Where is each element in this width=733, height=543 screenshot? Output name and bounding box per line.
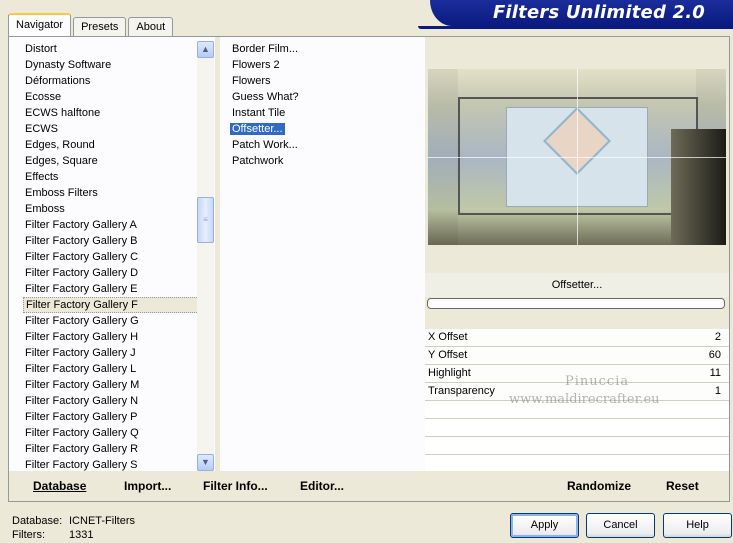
- category-item[interactable]: Filter Factory Gallery D: [23, 265, 203, 281]
- category-item[interactable]: Filter Factory Gallery G: [23, 313, 203, 329]
- filter-item-label: Border Film...: [232, 43, 299, 55]
- category-item[interactable]: ECWS: [23, 121, 203, 137]
- category-item[interactable]: Filter Factory Gallery L: [23, 361, 203, 377]
- database-info: Database: ICNET-Filters Filters: 1331: [12, 514, 135, 542]
- apply-button[interactable]: Apply: [510, 513, 579, 538]
- category-item[interactable]: ECWS halftone: [23, 105, 203, 121]
- category-item[interactable]: Filter Factory Gallery Q: [23, 425, 203, 441]
- category-item[interactable]: Emboss Filters: [23, 185, 203, 201]
- preview-crosshair-v: [577, 69, 578, 245]
- category-item[interactable]: Filter Factory Gallery R: [23, 441, 203, 457]
- scroll-thumb[interactable]: ≡: [197, 197, 214, 243]
- parameter-row[interactable]: X Offset 2: [425, 329, 729, 347]
- category-item[interactable]: Filter Factory Gallery E: [23, 281, 203, 297]
- preview-pane: Offsetter... X Offset 2 Y Offset 60 Highligh…: [425, 37, 729, 473]
- category-item[interactable]: Filter Factory Gallery N: [23, 393, 203, 409]
- filter-item[interactable]: Instant Tile: [229, 105, 409, 121]
- filter-item-label: Flowers: [232, 75, 271, 87]
- category-item[interactable]: Emboss: [23, 201, 203, 217]
- category-item[interactable]: Distort: [23, 41, 203, 57]
- filter-preview-image: [428, 69, 726, 245]
- filters-count-value: 1331: [69, 529, 94, 541]
- filter-item-label: Patch Work...: [232, 139, 298, 151]
- parameter-label: Y Offset: [428, 349, 468, 361]
- pane-divider: [215, 37, 220, 471]
- category-scrollbar[interactable]: ▲ ≡ ▼: [197, 41, 214, 471]
- filter-list[interactable]: Border Film... Flowers 2 Flowers Guess What…: [229, 41, 409, 169]
- filter-item-label: Instant Tile: [232, 107, 286, 119]
- editor-button[interactable]: Editor...: [300, 479, 344, 493]
- import-button[interactable]: Import...: [124, 479, 171, 493]
- category-item[interactable]: Effects: [23, 169, 203, 185]
- category-item[interactable]: Filter Factory Gallery M: [23, 377, 203, 393]
- parameter-label: Transparency: [428, 385, 495, 397]
- scroll-down-button[interactable]: ▼: [197, 454, 214, 471]
- category-item[interactable]: Edges, Round: [23, 137, 203, 153]
- filter-item-label: Flowers 2: [232, 59, 280, 71]
- category-item[interactable]: Edges, Square: [23, 153, 203, 169]
- parameter-label: Highlight: [428, 367, 471, 379]
- category-item[interactable]: Filter Factory Gallery A: [23, 217, 203, 233]
- category-item[interactable]: Filter Factory Gallery P: [23, 409, 203, 425]
- filter-item-label: Patchwork: [232, 155, 284, 167]
- scroll-up-button[interactable]: ▲: [197, 41, 214, 58]
- filter-item[interactable]: Patchwork: [229, 153, 409, 169]
- parameter-label: X Offset: [428, 331, 468, 343]
- filter-item[interactable]: Flowers: [229, 73, 409, 89]
- category-item[interactable]: Ecosse: [23, 89, 203, 105]
- parameter-value: 1: [714, 385, 721, 397]
- randomize-button[interactable]: Randomize: [567, 479, 631, 493]
- filter-item-label: Guess What?: [232, 91, 299, 103]
- category-item[interactable]: Filter Factory Gallery B: [23, 233, 203, 249]
- preview-dark-edge: [671, 129, 726, 245]
- navigator-panel: Distort Dynasty Software Déformations Ecoss…: [8, 36, 730, 502]
- filter-item[interactable]: Border Film...: [229, 41, 409, 57]
- banner: Filters Unlimited 2.0: [430, 0, 733, 26]
- filter-item[interactable]: Flowers 2: [229, 57, 409, 73]
- parameter-value: 11: [709, 367, 721, 379]
- progress-bar: [427, 298, 725, 309]
- parameter-value: 60: [708, 349, 721, 361]
- tab-bar: Navigator Presets About: [8, 12, 175, 36]
- banner-title: Filters Unlimited 2.0: [492, 2, 705, 23]
- cancel-button[interactable]: Cancel: [586, 513, 655, 538]
- database-button[interactable]: Database: [33, 479, 86, 493]
- watermark-line-2: www.maldirecrafter.eu: [509, 392, 660, 407]
- watermark-line-1: Pinuccia: [565, 374, 630, 389]
- tab-navigator[interactable]: Navigator: [8, 13, 72, 36]
- parameter-value: 2: [714, 331, 721, 343]
- category-list[interactable]: Distort Dynasty Software Déformations Ecoss…: [23, 41, 203, 473]
- parameter-row[interactable]: Y Offset 60: [425, 347, 729, 365]
- tab-presets[interactable]: Presets: [73, 17, 127, 36]
- tab-about[interactable]: About: [128, 17, 174, 36]
- preview-filter-name: Offsetter...: [425, 273, 729, 297]
- category-item[interactable]: Filter Factory Gallery C: [23, 249, 203, 265]
- filters-count-label: Filters:: [12, 529, 45, 541]
- filter-item-label: Offsetter...: [230, 123, 285, 135]
- category-item[interactable]: Filter Factory Gallery H: [23, 329, 203, 345]
- help-button[interactable]: Help: [663, 513, 732, 538]
- filter-item[interactable]: Offsetter...: [229, 121, 409, 137]
- parameter-row-empty: [425, 437, 729, 455]
- filter-item[interactable]: Guess What?: [229, 89, 409, 105]
- category-item[interactable]: Déformations: [23, 73, 203, 89]
- database-label: Database:: [12, 515, 63, 527]
- category-item[interactable]: Dynasty Software: [23, 57, 203, 73]
- category-item[interactable]: Filter Factory Gallery J: [23, 345, 203, 361]
- reset-button[interactable]: Reset: [666, 479, 699, 493]
- filter-item[interactable]: Patch Work...: [229, 137, 409, 153]
- banner-underline: [418, 26, 733, 29]
- panel-button-bar: Database Import... Filter Info... Editor…: [9, 471, 729, 501]
- category-item[interactable]: Filter Factory Gallery F: [23, 297, 203, 313]
- parameter-row-empty: [425, 419, 729, 437]
- database-value: ICNET-Filters: [69, 515, 135, 527]
- filter-info-button[interactable]: Filter Info...: [203, 479, 268, 493]
